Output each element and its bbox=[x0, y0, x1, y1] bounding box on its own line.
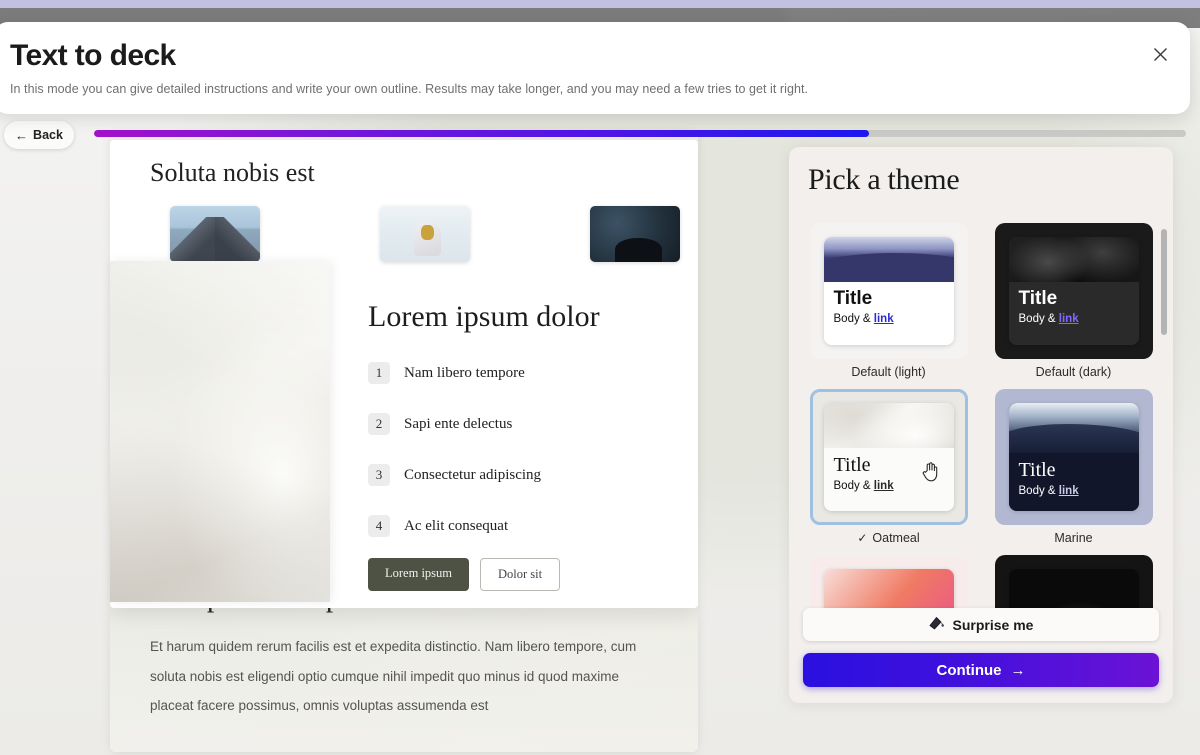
theme-card-link[interactable]: link bbox=[874, 313, 894, 325]
theme-scrollbar-thumb[interactable] bbox=[1161, 229, 1167, 335]
modal-header: Text to deck In this mode you can give d… bbox=[0, 22, 1190, 114]
theme-card-default-light[interactable]: Title Body & link bbox=[809, 223, 968, 359]
theme-name: Marine bbox=[1054, 531, 1093, 545]
theme-card-body: Body & link bbox=[1018, 313, 1079, 326]
arrow-left-icon: ← bbox=[15, 127, 29, 143]
slide-numbered-list: 1 Nam libero tempore 2 Sapi ente delectus 3 C… bbox=[368, 362, 668, 566]
slide-button-row: Lorem ipsum Dolor sit bbox=[368, 558, 561, 591]
theme-card-title: Title bbox=[1018, 458, 1056, 481]
surprise-me-label: Surprise me bbox=[952, 616, 1034, 633]
progress-bar-fill bbox=[94, 130, 870, 137]
theme-grid: Title Body & link Default (light) Title Body… bbox=[807, 223, 1155, 608]
theme-panel-title: Pick a theme bbox=[808, 163, 960, 196]
theme-card-image bbox=[1008, 403, 1139, 459]
slide-front-heading: Lorem ipsum dolor bbox=[368, 300, 600, 333]
slide-primary-button[interactable]: Lorem ipsum bbox=[368, 558, 470, 591]
theme-option-dark-2[interactable] bbox=[992, 555, 1155, 608]
page-subtitle: In this mode you can give detailed instr… bbox=[10, 81, 809, 96]
theme-card-text: Title Body & link bbox=[1008, 452, 1139, 511]
theme-card-image bbox=[823, 403, 954, 449]
list-item-label: Ac elit consequat bbox=[404, 517, 509, 534]
theme-card-title: Title bbox=[833, 288, 873, 310]
back-button[interactable]: ← Back bbox=[4, 121, 74, 149]
theme-name: Oatmeal bbox=[872, 531, 920, 545]
theme-panel-actions: Surprise me Continue → bbox=[803, 608, 1159, 687]
theme-card-dark-2[interactable] bbox=[994, 555, 1153, 608]
theme-card-oatmeal[interactable]: Title Body & link bbox=[809, 389, 968, 525]
theme-card-coral[interactable] bbox=[809, 555, 968, 608]
theme-card-preview: Title Body & link bbox=[1008, 403, 1139, 511]
theme-option-coral[interactable] bbox=[807, 555, 970, 608]
browser-top-strip bbox=[0, 0, 1200, 8]
theme-card-body: Body & link bbox=[1018, 484, 1079, 497]
theme-card-body: Body & link bbox=[833, 313, 894, 326]
theme-option-oatmeal[interactable]: Title Body & link ✓ Oatmeal bbox=[807, 389, 970, 545]
list-item: 3 Consectetur adipiscing bbox=[368, 464, 668, 486]
theme-list-scroll[interactable]: Title Body & link Default (light) Title Body… bbox=[789, 223, 1173, 608]
list-item-number: 4 bbox=[368, 515, 390, 537]
theme-card-title: Title bbox=[833, 454, 871, 477]
theme-option-default-light[interactable]: Title Body & link Default (light) bbox=[807, 223, 970, 379]
page-title: Text to deck bbox=[10, 39, 176, 72]
theme-card-label: ✓ Oatmeal bbox=[857, 531, 919, 545]
continue-button[interactable]: Continue → bbox=[803, 653, 1159, 687]
theme-panel: Pick a theme Title Body & link Default (li… bbox=[789, 147, 1173, 703]
surprise-me-button[interactable]: Surprise me bbox=[803, 608, 1159, 641]
theme-name: Default (dark) bbox=[1035, 365, 1112, 379]
theme-card-title: Title bbox=[1018, 288, 1058, 310]
continue-label: Continue bbox=[936, 661, 1002, 679]
theme-card-preview bbox=[823, 569, 954, 608]
theme-card-label: Marine bbox=[1054, 531, 1092, 545]
list-item-number: 1 bbox=[368, 362, 390, 384]
check-icon: ✓ bbox=[857, 531, 868, 545]
theme-option-default-dark[interactable]: Title Body & link Default (dark) bbox=[992, 223, 1155, 379]
palette-icon bbox=[928, 616, 945, 633]
hiker-photo bbox=[380, 206, 470, 262]
slide-image-row bbox=[170, 206, 680, 262]
theme-card-preview: Title Body & link bbox=[1008, 237, 1139, 345]
slide-front-title: Soluta nobis est bbox=[150, 158, 315, 187]
slide-secondary-button[interactable]: Dolor sit bbox=[480, 558, 561, 591]
theme-card-link[interactable]: link bbox=[874, 480, 894, 492]
theme-name: Default (light) bbox=[851, 365, 926, 379]
theme-card-preview bbox=[1008, 569, 1139, 608]
theme-option-marine[interactable]: Title Body & link Marine bbox=[992, 389, 1155, 545]
list-item-label: Nam libero tempore bbox=[404, 364, 525, 381]
close-icon[interactable] bbox=[1146, 40, 1174, 68]
theme-card-link[interactable]: link bbox=[1059, 485, 1079, 497]
theme-card-link[interactable]: link bbox=[1059, 313, 1079, 325]
theme-card-marine[interactable]: Title Body & link bbox=[994, 389, 1153, 525]
theme-card-preview: Title Body & link bbox=[823, 403, 954, 511]
theme-card-label: Default (dark) bbox=[1036, 365, 1112, 379]
slide-back-body: Et harum quidem rerum facilis est et exp… bbox=[150, 639, 637, 714]
theme-card-image bbox=[824, 569, 954, 608]
progress-bar bbox=[94, 130, 1186, 137]
mountain-photo bbox=[170, 206, 260, 262]
theme-card-text: Title Body & link bbox=[823, 448, 954, 511]
arrow-right-icon: → bbox=[1010, 661, 1026, 679]
theme-card-image bbox=[823, 237, 954, 286]
theme-card-body: Body & link bbox=[833, 480, 894, 493]
theme-card-image bbox=[1008, 237, 1139, 283]
list-item: 2 Sapi ente delectus bbox=[368, 413, 668, 435]
theme-card-preview: Title Body & link bbox=[823, 237, 954, 345]
list-item-number: 3 bbox=[368, 464, 390, 486]
list-item-label: Sapi ente delectus bbox=[404, 415, 513, 432]
starry-night-photo bbox=[590, 206, 680, 262]
list-item-label: Consectetur adipiscing bbox=[404, 466, 542, 483]
theme-card-text: Title Body & link bbox=[823, 282, 954, 345]
back-button-label: Back bbox=[33, 128, 63, 142]
list-item: 1 Nam libero tempore bbox=[368, 362, 668, 384]
theme-card-label: Default (light) bbox=[851, 365, 925, 379]
theme-fabric-overlay bbox=[110, 261, 330, 602]
theme-card-default-dark[interactable]: Title Body & link bbox=[994, 223, 1153, 359]
list-item: 4 Ac elit consequat bbox=[368, 515, 668, 537]
list-item-number: 2 bbox=[368, 413, 390, 435]
theme-card-text: Title Body & link bbox=[1008, 282, 1139, 345]
theme-scrollbar[interactable] bbox=[1161, 229, 1167, 601]
theme-card-image bbox=[1009, 569, 1139, 608]
